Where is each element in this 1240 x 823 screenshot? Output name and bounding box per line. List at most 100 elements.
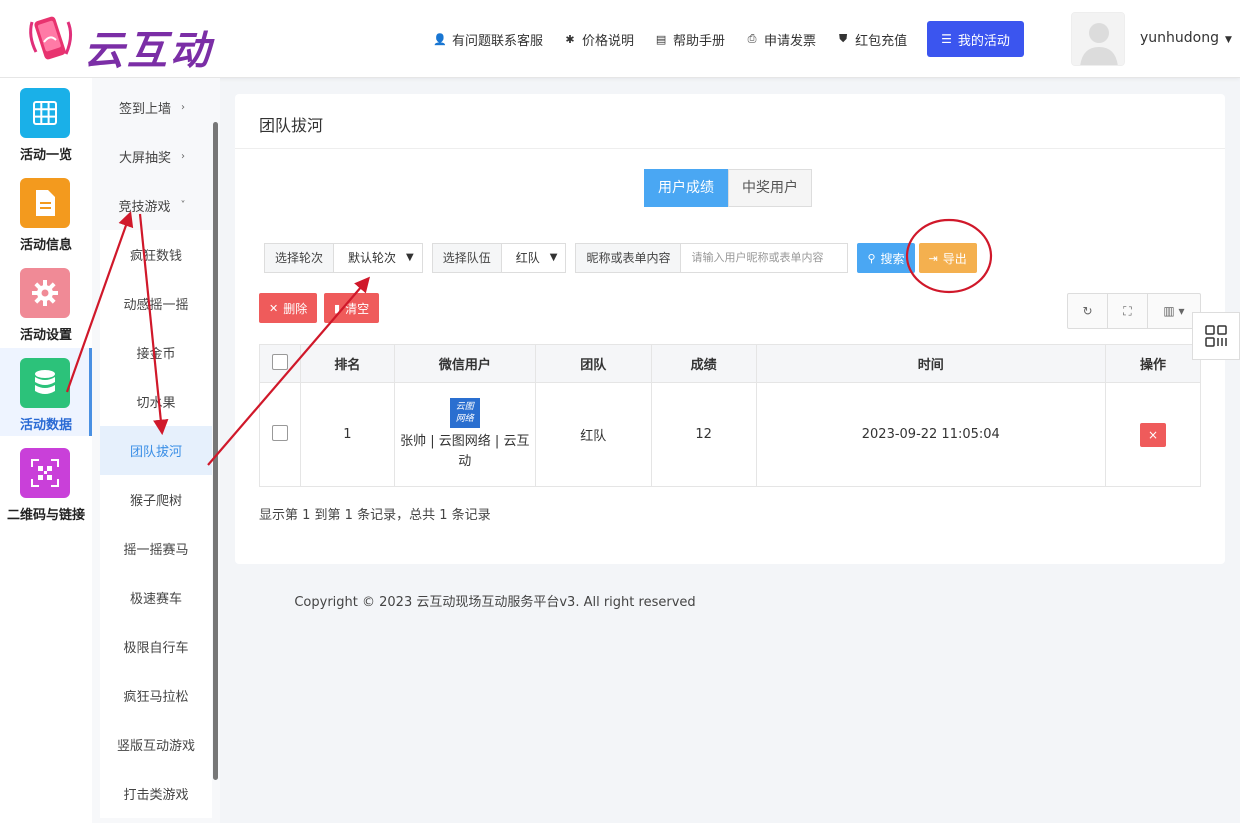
team-select-value: 红队 (515, 251, 540, 265)
iconbar-item-activity-info[interactable]: 活动信息 (0, 168, 92, 256)
nav-red-packet-recharge[interactable]: ⛊ 红包充值 (836, 30, 907, 49)
nav-label: 申请发票 (764, 33, 817, 49)
column-header[interactable]: 团队 (534, 344, 652, 383)
submenu-label: 打击类游戏 (123, 788, 189, 803)
submenu-label: 大屏抽奖 (118, 151, 171, 166)
submenu-item-big-screen-lottery[interactable]: 大屏抽奖 › (92, 132, 212, 181)
qrcode-icon (20, 448, 70, 498)
brand-name: 云互动 (84, 28, 213, 74)
submenu-item-shake[interactable]: 动感摇一摇 (100, 279, 212, 328)
user-silhouette-icon (1072, 13, 1124, 65)
row-checkbox[interactable] (271, 424, 288, 441)
round-filter: 选择轮次 默认轮次 ▼ (264, 243, 423, 273)
table-row: 1 云图 网络 张帅 | 云图网络 | 云互动 红队 12 2023-09-22 … (259, 382, 1201, 487)
rank-cell: 1 (299, 382, 395, 487)
submenu-label: 疯狂马拉松 (123, 690, 189, 705)
nav-label: 价格说明 (582, 33, 635, 49)
gear-badge-icon: ✱ (565, 32, 575, 46)
team-select[interactable]: 红队 ▼ (502, 244, 566, 272)
export-button[interactable]: ⇥ 导出 (918, 243, 977, 273)
chevron-down-icon: ▼ (406, 252, 414, 263)
username-label: yunhudong (1140, 30, 1219, 46)
submenu-label: 签到上墙 (118, 102, 171, 117)
iconbar-label: 活动数据 (19, 418, 72, 433)
qrcode-icon (1205, 325, 1227, 347)
submenu-label: 团队拔河 (129, 445, 182, 460)
brand-logo[interactable]: 云互动 (20, 10, 230, 74)
gear-icon (20, 268, 70, 318)
select-all-checkbox[interactable] (271, 353, 288, 370)
chevron-right-icon: › (181, 151, 185, 162)
round-select[interactable]: 默认轮次 ▼ (334, 244, 422, 272)
submenu-item-vertical-games[interactable]: 竖版互动游戏 (100, 720, 212, 769)
top-header: 云互动 👤 有问题联系客服 ✱ 价格说明 ▤ 帮助手册 ⎙ 申请发票 ⛊ 红包充… (0, 0, 1240, 78)
submenu-item-monkey-climb[interactable]: 猴子爬树 (100, 475, 212, 524)
user-name: 张帅 | 云图网络 | 云互动 (400, 433, 530, 469)
submenu-item-marathon[interactable]: 疯狂马拉松 (100, 671, 212, 720)
chevron-down-icon: ˅ (180, 200, 186, 211)
search-icon: ⚲ (867, 251, 876, 265)
iconbar-item-activity-list[interactable]: 活动一览 (0, 78, 92, 166)
column-header[interactable]: 时间 (755, 344, 1107, 383)
iconbar-item-activity-data[interactable]: 活动数据 (0, 348, 92, 436)
submenu-item-hit-games[interactable]: 打击类游戏 (100, 769, 212, 818)
floating-qrcode-button[interactable] (1192, 312, 1240, 360)
submenu-item-crazy-money[interactable]: 疯狂数钱 (100, 230, 212, 279)
column-header: 操作 (1105, 344, 1201, 383)
nav-label: 有问题联系客服 (452, 33, 544, 49)
team-cell: 红队 (534, 382, 652, 487)
record-summary: 显示第 1 到第 1 条记录，总共 1 条记录 (259, 508, 491, 523)
submenu-item-horse-race[interactable]: 摇一摇赛马 (100, 524, 212, 573)
column-header[interactable]: 排名 (299, 344, 395, 383)
query-filter: 昵称或表单内容 请输入用户昵称或表单内容 (575, 243, 849, 273)
clear-button[interactable]: ▮ 清空 (324, 293, 380, 323)
iconbar-label: 活动设置 (19, 328, 72, 343)
copyright: Copyright © 2023 云互动现场互动服务平台v3. All righ… (0, 591, 1240, 610)
submenu-label: 极限自行车 (123, 641, 189, 656)
iconbar-label: 活动一览 (19, 148, 72, 163)
time-cell: 2023-09-22 11:05:04 (755, 382, 1107, 487)
iconbar-item-qrcode-links[interactable]: 二维码与链接 (0, 438, 92, 526)
column-header[interactable]: 成绩 (650, 344, 757, 383)
submenu-item-fruit-ninja[interactable]: 切水果 (100, 377, 212, 426)
column-header[interactable]: 微信用户 (393, 344, 536, 383)
iconbar-item-activity-settings[interactable]: 活动设置 (0, 258, 92, 346)
top-nav: 👤 有问题联系客服 ✱ 价格说明 ▤ 帮助手册 ⎙ 申请发票 ⛊ 红包充值 ☰ … (433, 0, 1044, 78)
avatar[interactable] (1071, 12, 1125, 66)
fullscreen-icon[interactable]: ⛶ (1108, 294, 1148, 328)
action-cell: × (1105, 382, 1201, 487)
table-header-row: 排名 微信用户 团队 成绩 时间 操作 (259, 344, 1201, 383)
tab-user-scores[interactable]: 用户成绩 (644, 169, 728, 207)
nav-contact-support[interactable]: 👤 有问题联系客服 (433, 30, 543, 49)
submenu-item-catch-coins[interactable]: 接金币 (100, 328, 212, 377)
submenu-item-tug-of-war[interactable]: 团队拔河 (100, 426, 212, 475)
nav-help-manual[interactable]: ▤ 帮助手册 (654, 30, 725, 49)
round-filter-label: 选择轮次 (265, 244, 335, 272)
row-delete-button[interactable]: × (1140, 422, 1167, 447)
clear-label: 清空 (345, 301, 370, 316)
nav-pricing[interactable]: ✱ 价格说明 (563, 30, 634, 49)
user-menu[interactable]: yunhudong ▼ (1140, 30, 1232, 46)
submenu-scrollbar[interactable] (213, 122, 218, 780)
phone-logo-icon (29, 16, 73, 60)
submenu-item-checkin-wall[interactable]: 签到上墙 › (92, 83, 212, 132)
search-button[interactable]: ⚲ 搜索 (857, 243, 915, 273)
delete-label: 删除 (283, 301, 308, 316)
my-activity-button[interactable]: ☰ 我的活动 (927, 21, 1024, 57)
submenu-item-extreme-bike[interactable]: 极限自行车 (100, 622, 212, 671)
export-icon: ⇥ (928, 251, 938, 265)
refresh-icon[interactable]: ↻ (1068, 294, 1108, 328)
delete-button[interactable]: ✕ 删除 (259, 293, 318, 323)
query-input[interactable]: 请输入用户昵称或表单内容 (681, 244, 847, 272)
nav-invoice[interactable]: ⎙ 申请发票 (745, 30, 816, 49)
divider (235, 148, 1225, 149)
submenu-item-competitive-games[interactable]: 竞技游戏 ˅ (92, 181, 212, 230)
iconbar-label: 二维码与链接 (6, 508, 85, 523)
tab-winners[interactable]: 中奖用户 (728, 169, 812, 207)
module-iconbar: 活动一览 活动信息 活动设置 活动数据 二维码与链接 (0, 78, 92, 823)
book-icon: ▤ (655, 32, 667, 46)
submenu-label: 疯狂数钱 (129, 249, 182, 264)
submenu-label: 切水果 (136, 396, 176, 411)
user-add-icon: 👤 (433, 32, 447, 46)
result-tabs: 用户成绩 中奖用户 (644, 169, 812, 207)
